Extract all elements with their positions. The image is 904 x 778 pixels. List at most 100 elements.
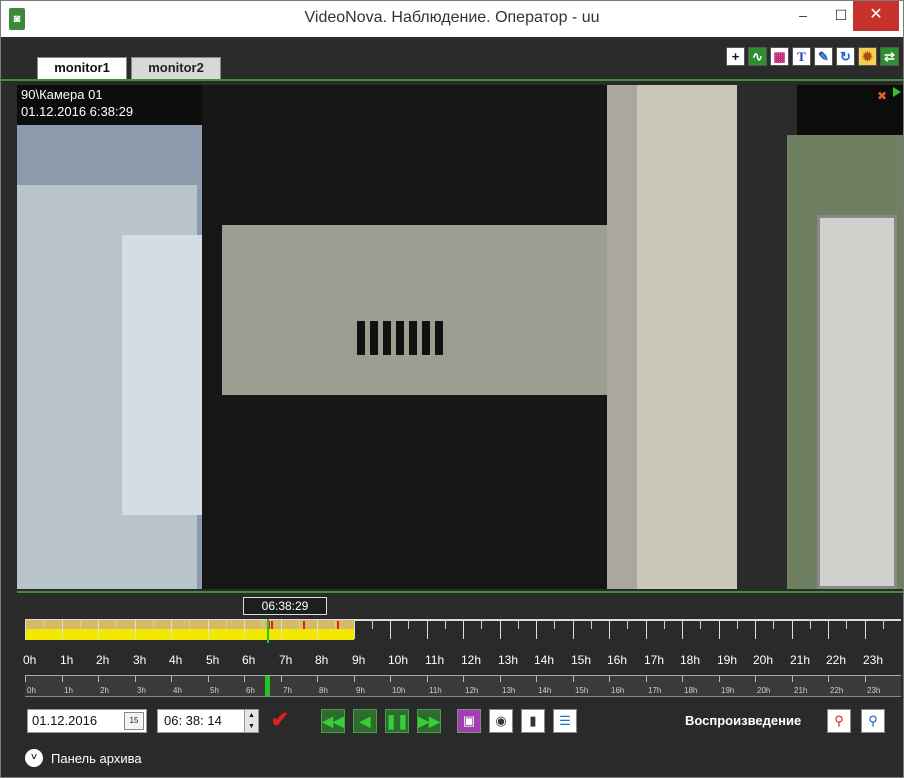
playback-controls: 01.12.2016 15 06: 38: 14 ▲ ▼ ✔ ◀◀ ◀ ❚❚ ▶▶… [25, 707, 901, 737]
half-hour-tick [627, 619, 628, 629]
hour-tick [98, 619, 99, 639]
half-hour-tick [810, 619, 811, 629]
overview-tick [828, 676, 829, 682]
time-field[interactable]: 06: 38: 14 ▲ ▼ [157, 709, 259, 733]
overview-hour-label: 1h [64, 686, 73, 695]
archive-panel: 06:38:29 0h 1h 2h 3h 4h 5h 6h 7h 8h 9h 10h 11h 12h 13… [17, 591, 903, 777]
add-icon[interactable]: + [726, 47, 745, 66]
event-marker [271, 621, 273, 629]
half-hour-tick [664, 619, 665, 629]
overview-tick [792, 676, 793, 682]
zoom-out-icon[interactable]: ⚲ [861, 709, 885, 733]
timeline-cursor[interactable] [267, 619, 270, 643]
hour-label: 3h [133, 653, 147, 667]
overview-hour-label: 18h [684, 686, 698, 695]
overview-tick [427, 676, 428, 682]
settings-icon[interactable]: ✹ [858, 47, 877, 66]
edit-icon[interactable]: ✎ [814, 47, 833, 66]
overview-tick [354, 676, 355, 682]
overview-tick [536, 676, 537, 682]
tab-monitor2[interactable]: monitor2 [131, 57, 221, 79]
hour-tick [463, 619, 464, 639]
hour-tick [390, 619, 391, 639]
hour-tick [354, 619, 355, 639]
date-field[interactable]: 01.12.2016 15 [27, 709, 147, 733]
hour-tick [427, 619, 428, 639]
hour-label: 7h [279, 653, 293, 667]
archive-panel-toggle[interactable]: ˅ Панель архива [25, 748, 142, 768]
half-hour-tick [153, 619, 154, 629]
overview-tick [719, 676, 720, 682]
timeline-cursor-time: 06:38:29 [243, 597, 327, 615]
rewind-icon[interactable]: ◀◀ [321, 709, 345, 733]
mute-icon[interactable]: ✖ [877, 89, 889, 103]
half-hour-tick [189, 619, 190, 629]
spin-up-icon[interactable]: ▲ [245, 710, 258, 721]
save-icon[interactable]: ▣ [457, 709, 481, 733]
hour-tick [171, 619, 172, 639]
overview-tick [755, 676, 756, 682]
fast-forward-icon[interactable]: ▶▶ [417, 709, 441, 733]
hour-tick [62, 619, 63, 639]
scene-vent [357, 321, 443, 355]
camera-video-view[interactable]: 90\Камера 01 01.12.2016 6:38:29 ✖ [17, 85, 903, 589]
overview-hour-label: 11h [429, 686, 442, 695]
half-hour-tick [116, 619, 117, 629]
timeline-day-bar[interactable] [25, 617, 901, 645]
event-marker [337, 621, 339, 629]
scene-window [122, 235, 202, 515]
hour-label: 4h [169, 653, 183, 667]
window-title: VideoNova. Наблюдение. Оператор - uu [304, 9, 600, 26]
overview-hour-label: 12h [465, 686, 479, 695]
half-hour-tick [372, 619, 373, 629]
snapshot-camera-icon[interactable]: ◉ [489, 709, 513, 733]
hour-label: 23h [863, 653, 884, 667]
overview-hour-label: 4h [173, 686, 182, 695]
close-button[interactable]: ✕ [853, 1, 899, 31]
text-icon[interactable]: T [792, 47, 811, 66]
apply-time-checkmark-icon[interactable]: ✔ [267, 709, 293, 733]
overview-hour-label: 23h [867, 686, 881, 695]
overview-tick [682, 676, 683, 682]
refresh-icon[interactable]: ↻ [836, 47, 855, 66]
hour-label: 16h [607, 653, 628, 667]
activity-icon[interactable]: ∿ [748, 47, 767, 66]
switch-icon[interactable]: ⇄ [880, 47, 899, 66]
bookmark-icon[interactable]: ▮ [521, 709, 545, 733]
event-list-icon[interactable]: ☰ [553, 709, 577, 733]
overview-cursor[interactable] [265, 676, 271, 696]
scene-server [222, 225, 622, 395]
half-hour-tick [43, 619, 44, 629]
half-hour-tick [226, 619, 227, 629]
overview-hour-label: 7h [283, 686, 292, 695]
hour-label: 18h [680, 653, 701, 667]
half-hour-tick [737, 619, 738, 629]
half-hour-tick [883, 619, 884, 629]
spin-down-icon[interactable]: ▼ [245, 721, 258, 732]
tab-monitor1[interactable]: monitor1 [37, 57, 127, 79]
overview-tick [390, 676, 391, 682]
overview-hour-label: 16h [611, 686, 625, 695]
date-value: 01.12.2016 [32, 713, 98, 728]
half-hour-tick [554, 619, 555, 629]
overview-tick [573, 676, 574, 682]
time-spinner[interactable]: ▲ ▼ [244, 710, 258, 732]
play-backward-icon[interactable]: ◀ [353, 709, 377, 733]
half-hour-tick [299, 619, 300, 629]
overview-hour-label: 5h [210, 686, 219, 695]
event-marker [303, 621, 305, 629]
overview-tick [500, 676, 501, 682]
pause-icon[interactable]: ❚❚ [385, 709, 409, 733]
play-indicator-icon [893, 87, 901, 97]
hour-label: 6h [242, 653, 256, 667]
timeline-overview-bar[interactable]: 0h 1h 2h 3h 4h 5h 6h 7h 8h 9h 10h 11h 12h 13h 14h 15h 16… [25, 675, 901, 697]
half-hour-tick [408, 619, 409, 629]
half-hour-tick [773, 619, 774, 629]
layout-icon[interactable]: ▦ [770, 47, 789, 66]
calendar-icon[interactable]: 15 [124, 712, 144, 730]
overview-hour-label: 2h [100, 686, 109, 695]
zoom-in-icon[interactable]: ⚲ [827, 709, 851, 733]
overview-hour-label: 8h [319, 686, 328, 695]
hour-tick [536, 619, 537, 639]
overview-hour-label: 21h [794, 686, 808, 695]
